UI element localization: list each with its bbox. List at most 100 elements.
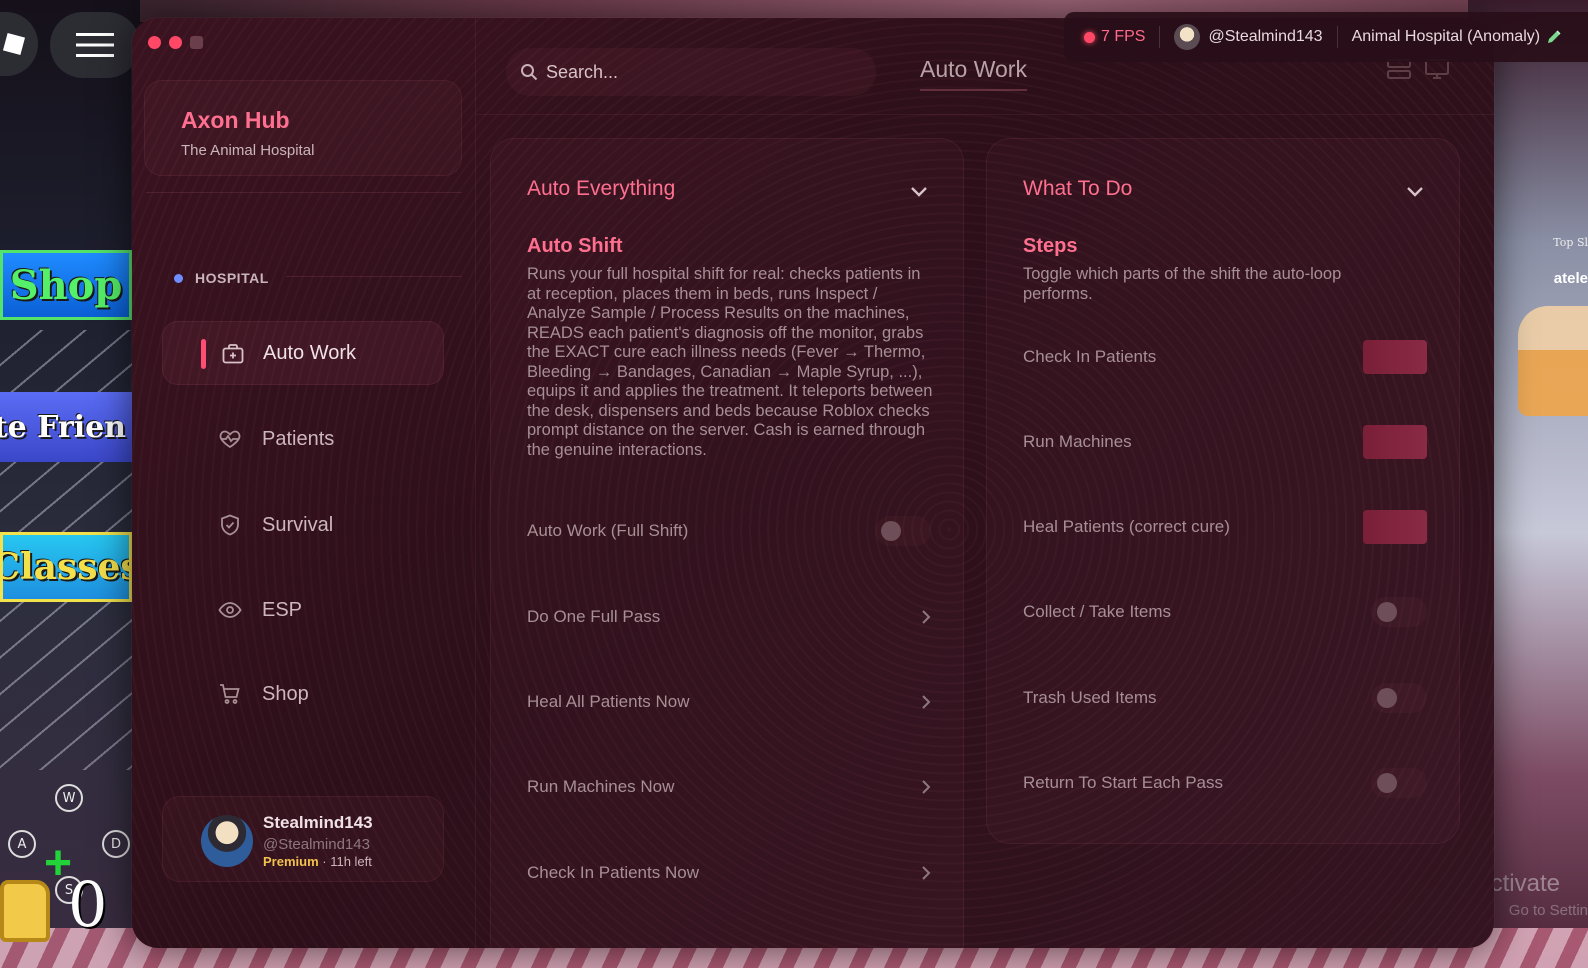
game-shop-banner[interactable]: Shop <box>0 250 132 320</box>
check-in-toggle[interactable] <box>1363 340 1427 374</box>
eye-icon <box>218 602 242 618</box>
game-pet-icon <box>0 880 50 942</box>
avatar <box>1174 24 1201 50</box>
sidebar-item-label: ESP <box>262 598 303 621</box>
divider <box>1336 26 1338 48</box>
premium-badge: Premium <box>263 854 319 869</box>
chevron-right-icon <box>922 780 931 794</box>
auto-work-toggle[interactable] <box>875 516 931 546</box>
sidebar-item-shop[interactable]: Shop <box>162 662 444 726</box>
section-description: Runs your full hospital shift for real: … <box>527 265 933 459</box>
collect-items-toggle[interactable] <box>1371 597 1427 627</box>
activate-windows-subtitle: Go to Settin <box>1508 902 1588 919</box>
toggle-row-run-machines[interactable]: Run Machines <box>1023 422 1427 462</box>
divider <box>146 192 462 193</box>
toggle-row-check-in[interactable]: Check In Patients <box>1023 337 1427 377</box>
sidebar-item-label: Shop <box>262 682 309 705</box>
sidebar-item-label: Survival <box>262 513 334 536</box>
key-d-hint: D <box>102 830 130 858</box>
toggle-label: Trash Used Items <box>1023 688 1157 707</box>
run-machines-toggle[interactable] <box>1363 425 1427 459</box>
toggle-label: Heal Patients (correct cure) <box>1023 517 1230 536</box>
divider <box>286 276 462 277</box>
chevron-right-icon <box>922 866 931 880</box>
time-left: 11h left <box>330 854 372 869</box>
pencil-icon[interactable] <box>1546 29 1562 45</box>
chevron-down-icon[interactable] <box>1405 185 1425 199</box>
game-name: Animal Hospital (Anomaly) <box>1351 28 1541 45</box>
game-invite-friends-banner[interactable]: vite Frien <box>0 392 132 462</box>
briefcase-medical-icon <box>222 344 244 364</box>
sidebar-item-label: Auto Work <box>263 341 356 364</box>
game-menu-button[interactable] <box>50 12 140 78</box>
active-indicator <box>201 339 206 369</box>
toggle-label: Check In Patients <box>1023 347 1157 366</box>
search-icon <box>521 64 538 81</box>
section-description: Toggle which parts of the shift the auto… <box>1023 265 1342 303</box>
toggle-row-heal[interactable]: Heal Patients (correct cure) <box>1023 507 1427 547</box>
hamburger-icon <box>76 33 114 57</box>
return-start-toggle[interactable] <box>1371 768 1427 798</box>
action-row-check-in[interactable]: Check In Patients Now <box>527 853 931 893</box>
sidebar: Axon Hub The Animal Hospital HOSPITAL Au… <box>132 18 476 948</box>
action-row-heal-all[interactable]: Heal All Patients Now <box>527 682 931 722</box>
what-to-do-panel: What To Do Steps Toggle which parts of t… <box>986 138 1460 844</box>
auto-everything-panel: Auto Everything Auto Shift Runs your ful… <box>490 138 964 948</box>
avatar <box>201 815 253 867</box>
shield-check-icon <box>221 514 239 536</box>
trash-items-toggle[interactable] <box>1371 683 1427 713</box>
action-row-run-machines[interactable]: Run Machines Now <box>527 767 931 807</box>
roblox-icon <box>2 32 26 56</box>
divider <box>1159 26 1161 48</box>
sidebar-item-auto-work[interactable]: Auto Work <box>162 321 444 385</box>
sidebar-item-patients[interactable]: Patients <box>162 407 444 471</box>
chevron-right-icon <box>922 610 931 624</box>
action-label: Do One Full Pass <box>527 607 661 626</box>
action-label: Check In Patients Now <box>527 863 699 882</box>
game-classes-banner[interactable]: Classes <box>0 532 132 602</box>
chevron-right-icon <box>922 695 931 709</box>
brand-title: Axon Hub <box>181 107 290 133</box>
status-user: @Stealmind143 <box>1174 24 1323 50</box>
toggle-label: Return To Start Each Pass <box>1023 773 1224 792</box>
status-username: @Stealmind143 <box>1208 28 1323 45</box>
hub-window: Axon Hub The Animal Hospital HOSPITAL Au… <box>132 18 1494 948</box>
section-subtitle: Auto Shift <box>527 235 623 257</box>
game-character <box>1518 306 1588 416</box>
toggle-row-trash[interactable]: Trash Used Items <box>1023 678 1427 718</box>
brand-card: Axon Hub The Animal Hospital <box>144 80 462 176</box>
chevron-down-icon[interactable] <box>909 185 929 199</box>
user-name: Stealmind143 <box>263 813 373 832</box>
search-input[interactable]: Search... <box>506 48 876 96</box>
fps-counter: 7 FPS <box>1084 28 1145 46</box>
game-side-label: Top Sl <box>1553 236 1588 249</box>
user-handle: @Stealmind143 <box>263 836 370 853</box>
page-title: Auto Work <box>920 56 1027 91</box>
action-row-full-pass[interactable]: Do One Full Pass <box>527 597 931 637</box>
toggle-label: Collect / Take Items <box>1023 602 1172 621</box>
user-plan: Premium · 11h left <box>263 854 372 869</box>
section-label-text: HOSPITAL <box>195 270 269 286</box>
sidebar-item-survival[interactable]: Survival <box>162 493 444 557</box>
sidebar-section-label: HOSPITAL <box>174 270 269 286</box>
sidebar-item-label: Patients <box>262 427 335 450</box>
toggle-row-return[interactable]: Return To Start Each Pass <box>1023 763 1427 803</box>
status-bar: 7 FPS @Stealmind143 Animal Hospital (Ano… <box>1064 12 1588 62</box>
user-profile-card[interactable]: Stealmind143 @Stealmind143 Premium · 11h… <box>162 796 444 882</box>
heal-patients-toggle[interactable] <box>1363 510 1427 544</box>
toggle-row-collect[interactable]: Collect / Take Items <box>1023 592 1427 632</box>
panel-title: What To Do <box>1023 177 1133 200</box>
divider <box>476 114 1494 115</box>
toggle-row-auto-work[interactable]: Auto Work (Full Shift) <box>527 511 931 551</box>
toggle-label: Auto Work (Full Shift) <box>527 521 689 540</box>
brand-subtitle: The Animal Hospital <box>181 142 315 159</box>
sidebar-item-esp[interactable]: ESP <box>162 578 444 642</box>
search-placeholder: Search... <box>546 61 619 82</box>
heart-pulse-icon <box>219 430 241 449</box>
action-label: Run Machines Now <box>527 777 675 796</box>
key-a-hint: A <box>8 830 36 858</box>
toggle-label: Run Machines <box>1023 432 1132 451</box>
fps-value: 7 FPS <box>1101 28 1146 45</box>
plan-separator: · <box>318 854 331 869</box>
key-w-hint: W <box>55 784 83 812</box>
